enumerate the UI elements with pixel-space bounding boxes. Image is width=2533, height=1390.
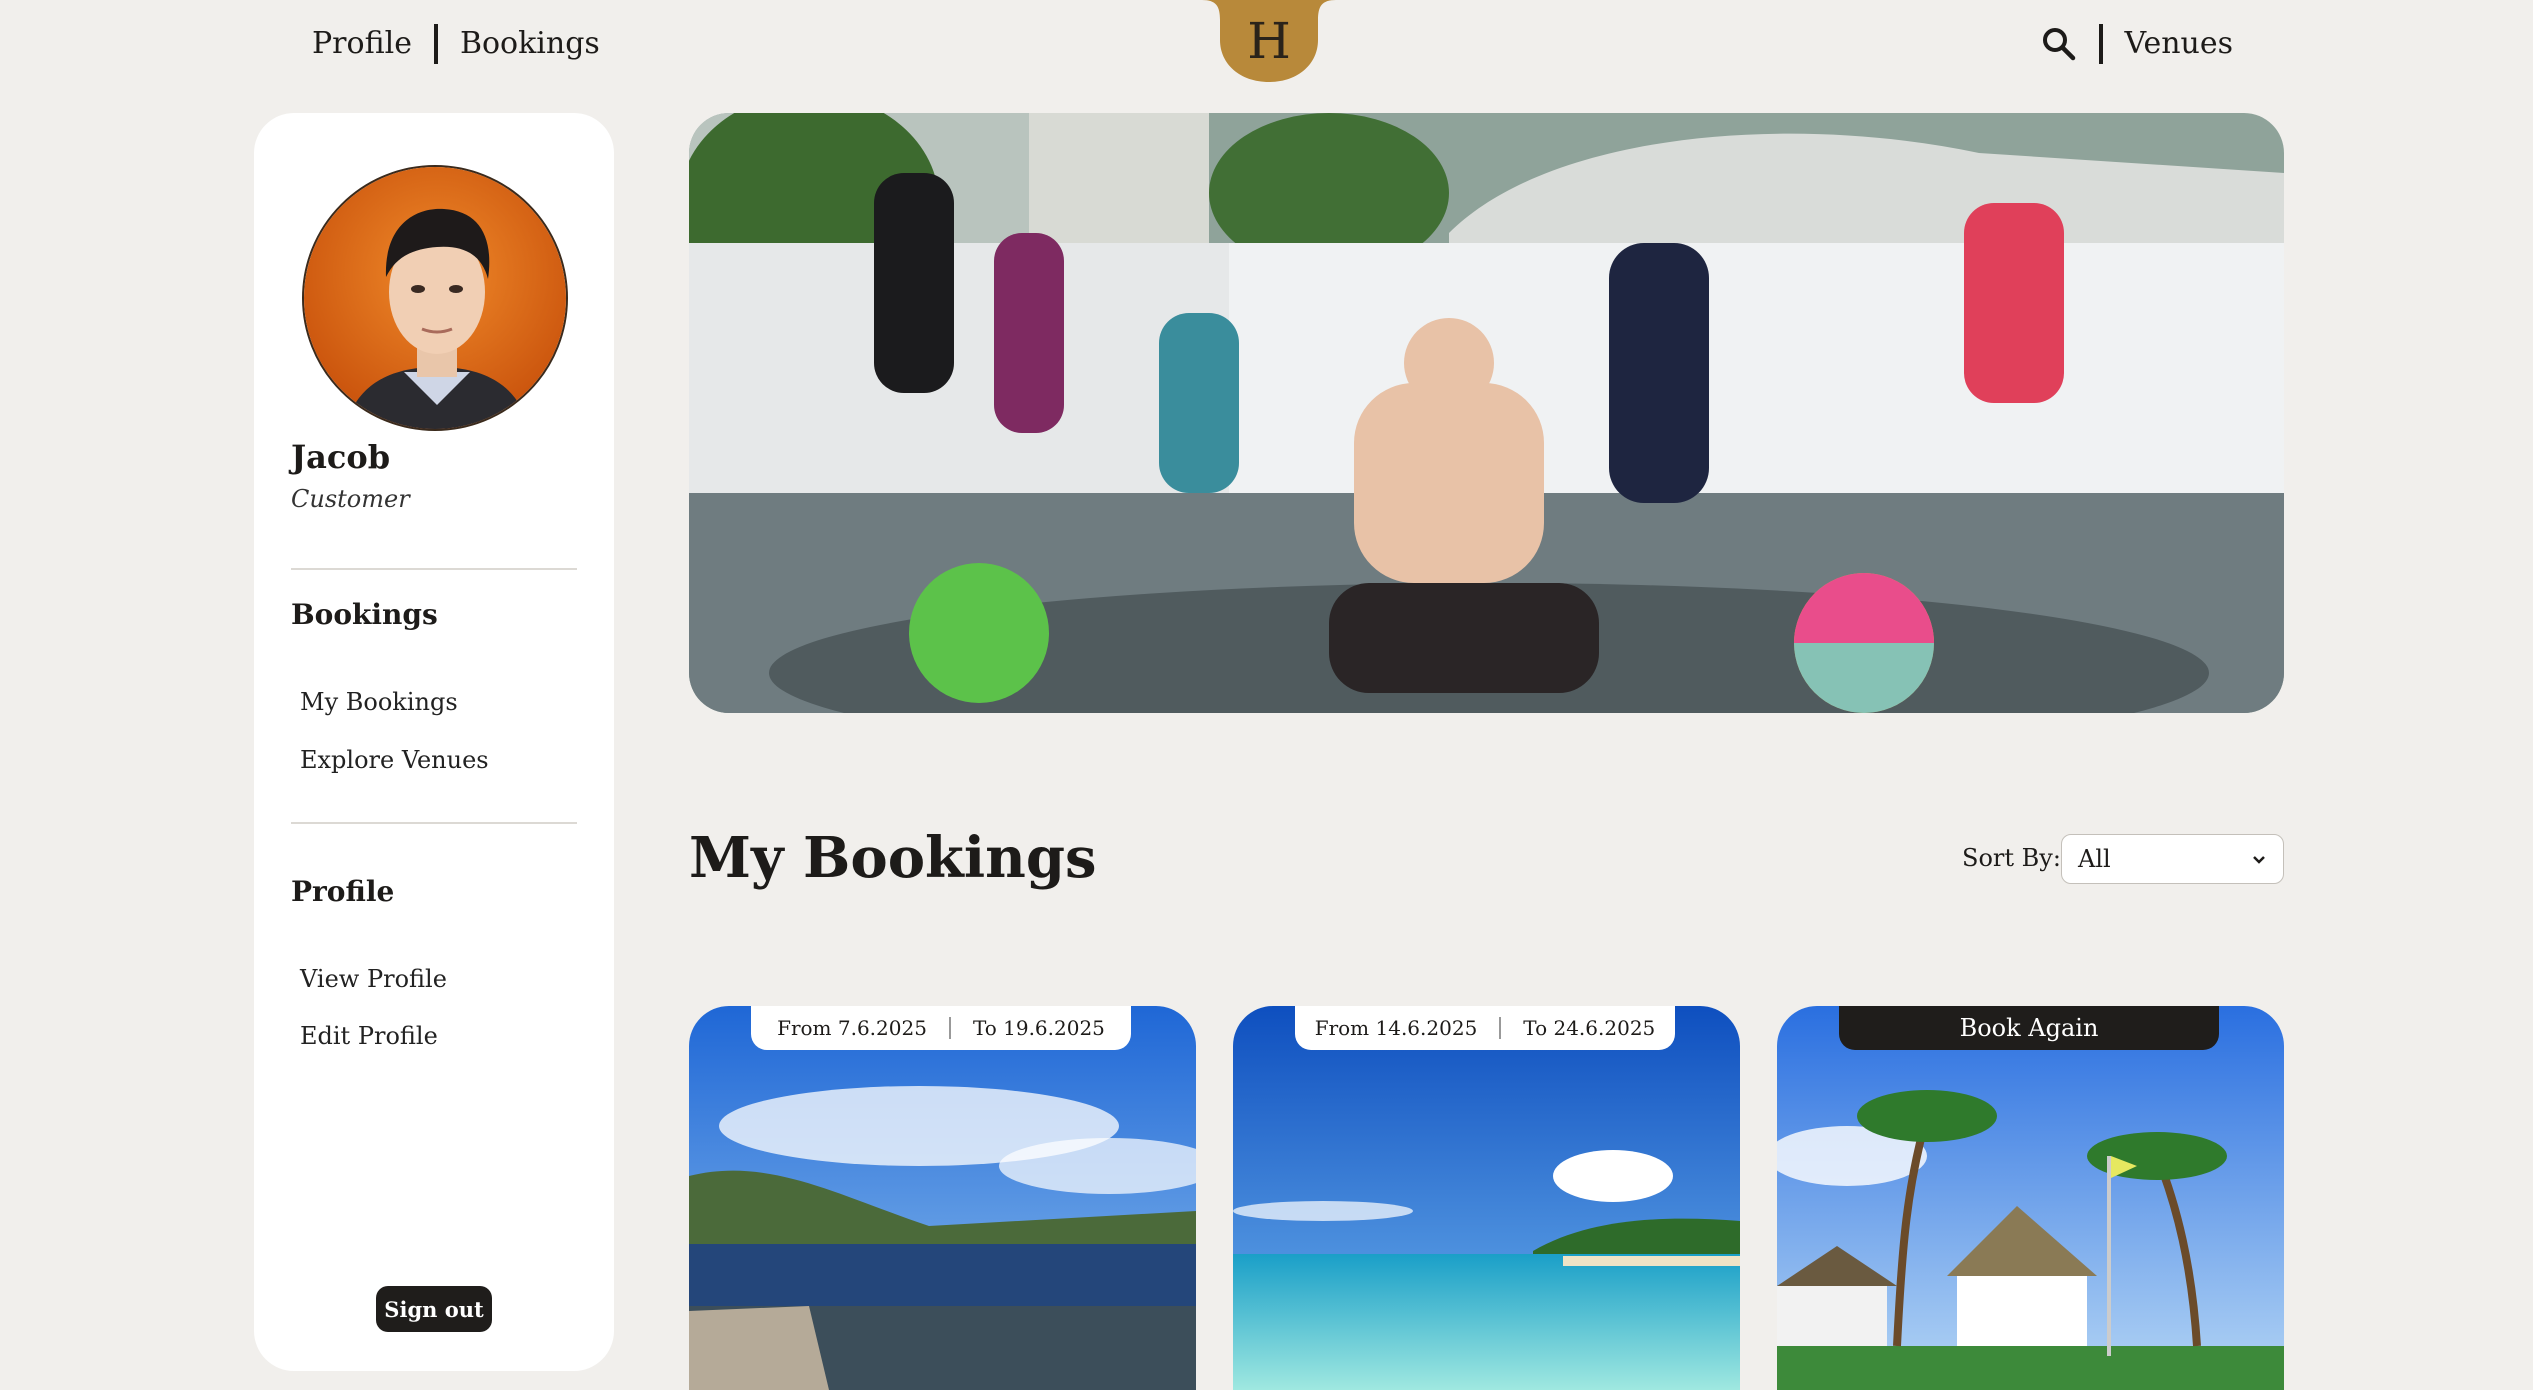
sort-label: Sort By: — [1962, 844, 2061, 872]
nav-venues-link[interactable]: Venues — [2125, 22, 2233, 66]
user-name: Jacob — [291, 438, 391, 476]
book-again-button[interactable]: Book Again — [1839, 1006, 2219, 1050]
user-role: Customer — [291, 485, 410, 513]
sidebar-heading-profile: Profile — [291, 875, 395, 908]
booking-to-date: To 24.6.2025 — [1523, 1016, 1656, 1040]
booking-card[interactable]: From 7.6.2025 To 19.6.2025 — [689, 1006, 1196, 1390]
sidebar-divider — [291, 568, 577, 570]
date-divider — [1499, 1017, 1502, 1039]
booking-from-date: From 14.6.2025 — [1314, 1016, 1478, 1040]
sort-select[interactable]: All — [2061, 834, 2284, 884]
hero-banner-image — [689, 113, 2284, 713]
booking-card[interactable]: Book Again — [1777, 1006, 2284, 1390]
top-navigation: Profile Bookings H Venues — [0, 0, 2533, 95]
chevron-down-icon — [2251, 845, 2267, 873]
nav-divider — [433, 24, 438, 64]
booking-to-date: To 19.6.2025 — [972, 1016, 1105, 1040]
booking-image — [1233, 1006, 1740, 1390]
nav-divider — [2098, 24, 2103, 64]
logo-letter: H — [1247, 12, 1291, 70]
logo[interactable]: H — [1202, 0, 1336, 82]
sidebar-divider — [291, 822, 577, 824]
booking-from-date: From 7.6.2025 — [777, 1016, 927, 1040]
booking-dates: From 7.6.2025 To 19.6.2025 — [751, 1006, 1131, 1050]
nav-right-group: Venues — [2041, 22, 2233, 66]
sign-out-button[interactable]: Sign out — [376, 1286, 492, 1332]
nav-bookings-link[interactable]: Bookings — [460, 22, 600, 66]
sidebar: Jacob Customer Bookings My Bookings Expl… — [254, 113, 614, 1371]
sidebar-item-edit-profile[interactable]: Edit Profile — [300, 1022, 438, 1050]
sidebar-item-view-profile[interactable]: View Profile — [300, 965, 447, 993]
date-divider — [948, 1017, 951, 1039]
page-title: My Bookings — [689, 825, 1097, 891]
sort-select-value: All — [2078, 845, 2111, 873]
sidebar-heading-bookings: Bookings — [291, 598, 438, 631]
booking-dates: From 14.6.2025 To 24.6.2025 — [1295, 1006, 1675, 1050]
nav-profile-link[interactable]: Profile — [312, 22, 412, 66]
sidebar-item-my-bookings[interactable]: My Bookings — [300, 688, 458, 716]
avatar — [302, 165, 568, 431]
nav-left-group: Profile Bookings — [312, 22, 600, 66]
sidebar-item-explore-venues[interactable]: Explore Venues — [300, 746, 489, 774]
search-icon[interactable] — [2041, 26, 2077, 62]
booking-card[interactable]: From 14.6.2025 To 24.6.2025 — [1233, 1006, 1740, 1390]
booking-image — [689, 1006, 1196, 1390]
booking-image — [1777, 1006, 2284, 1390]
